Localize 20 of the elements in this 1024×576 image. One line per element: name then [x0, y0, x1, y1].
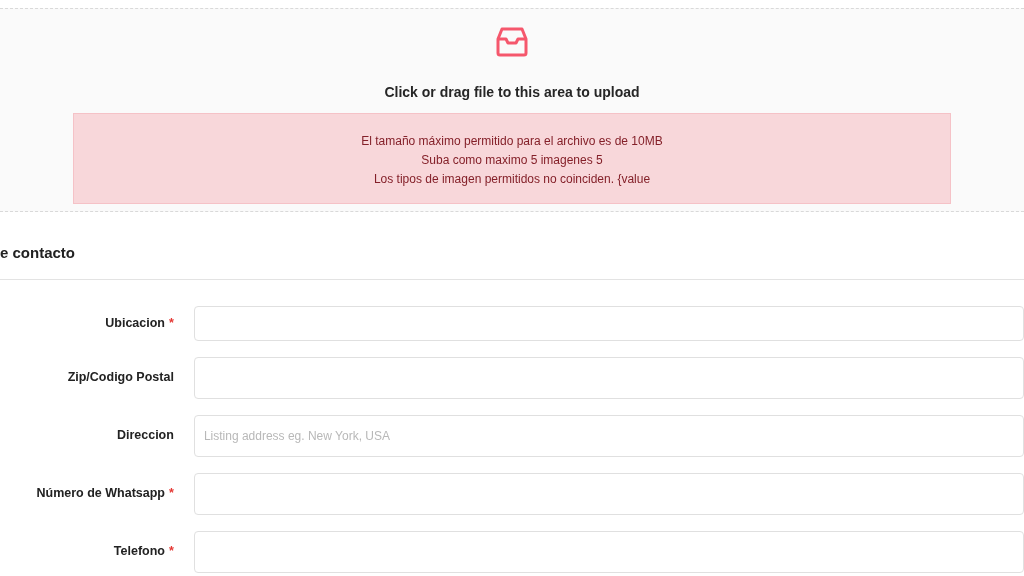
field-label: Ubicacion [105, 315, 165, 330]
input-field[interactable]: Listing address eg. New York, USA [193, 414, 1024, 457]
input-field[interactable] [193, 530, 1024, 573]
input-field[interactable] [193, 356, 1024, 399]
input-field[interactable] [193, 305, 1024, 341]
upload-area[interactable]: Click or drag file to this area to upload El tamaño máximo permitido para el archivo es de 10MB Suba como maximo 5 imagenes 5 Los tipos de imagen permitidos no coinciden. {value [0, 8, 1024, 212]
inbox-icon [496, 27, 528, 57]
field-label: Zip/Codigo Postal [67, 370, 174, 385]
field-label: Número de Whatsapp [36, 486, 165, 501]
error-message: Los tipos de imagen permitidos no coinciden. {value [372, 171, 652, 188]
error-message: Suba como maximo 5 imagenes 5 [420, 152, 604, 169]
upload-prompt: Click or drag file to this area to upload [383, 83, 641, 102]
input-field[interactable] [193, 472, 1024, 515]
required-mark: * [169, 544, 174, 559]
required-mark: * [169, 315, 174, 330]
field-label: Direccion [116, 428, 174, 443]
required-mark: * [169, 486, 174, 501]
section-title: e contacto [0, 243, 76, 263]
field-label: Telefono [113, 544, 165, 559]
error-message: El tamaño máximo permitido para el archivo es de 10MB [360, 133, 664, 150]
